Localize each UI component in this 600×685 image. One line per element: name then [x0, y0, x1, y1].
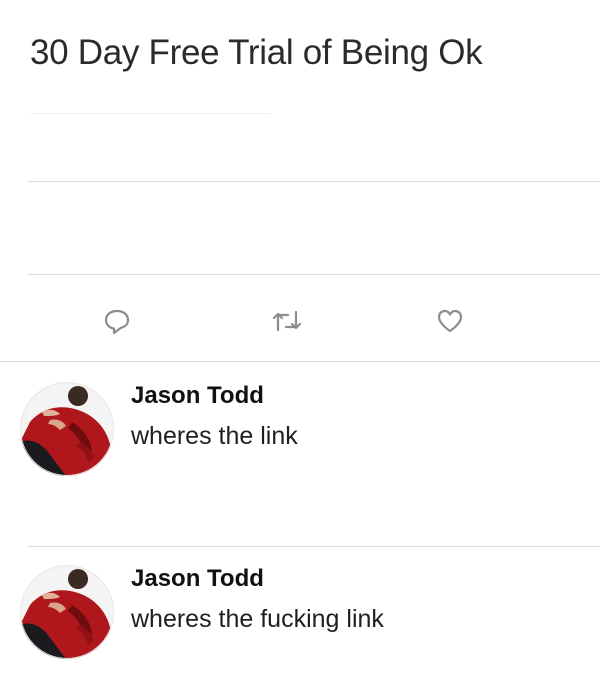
reply-button[interactable] — [100, 304, 134, 338]
like-button[interactable] — [433, 304, 467, 338]
reply-item[interactable]: Jason Todd wheres the link — [0, 382, 600, 502]
heart-icon — [435, 306, 465, 336]
avatar[interactable] — [20, 565, 114, 659]
tweet-text: 30 Day Free Trial of Being Ok — [30, 33, 483, 72]
reply-author-name[interactable]: Jason Todd — [131, 382, 264, 410]
reply-item[interactable]: Jason Todd wheres the fucking link — [0, 565, 600, 685]
reply-bubble-icon — [102, 306, 132, 336]
reply-author-name[interactable]: Jason Todd — [131, 565, 264, 593]
divider-between-replies — [28, 546, 600, 547]
retweet-button[interactable] — [270, 304, 304, 338]
reply-text: wheres the link — [131, 422, 298, 450]
avatar[interactable] — [20, 382, 114, 476]
tweet-action-bar — [0, 296, 600, 346]
meta-faint-rule — [30, 113, 270, 114]
reply-text: wheres the fucking link — [131, 605, 384, 633]
retweet-icon — [270, 306, 304, 336]
divider-middle — [28, 274, 600, 275]
divider-top — [28, 181, 600, 182]
divider-replies — [0, 361, 600, 362]
